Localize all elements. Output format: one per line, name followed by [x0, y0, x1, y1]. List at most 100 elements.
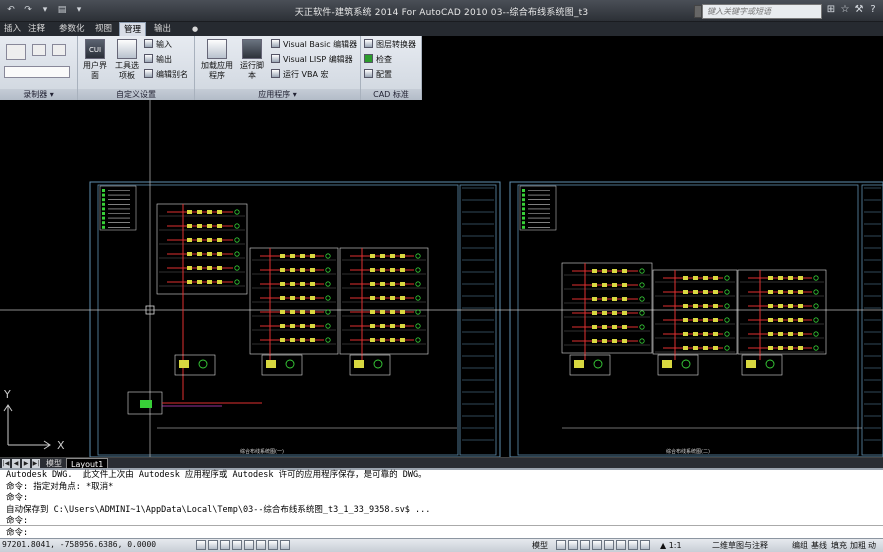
status-bar: 97201.8041, -758956.6386, 0.0000 模型 ▲ 1:…: [0, 538, 883, 552]
ribbon-toggle-icon[interactable]: ●: [188, 22, 202, 36]
play-icon[interactable]: [32, 44, 46, 56]
navigation-tool-icon[interactable]: [616, 540, 626, 550]
run-script-button[interactable]: 运行脚本: [239, 39, 265, 81]
tab-view[interactable]: 视图: [91, 22, 116, 36]
status-bold[interactable]: 加粗: [850, 540, 866, 551]
outlet-symbol: [788, 290, 793, 294]
navigation-tool-icon[interactable]: [592, 540, 602, 550]
outlet-symbol: [390, 324, 395, 328]
help-icon[interactable]: ?: [868, 4, 878, 15]
tab-insert[interactable]: 插入: [0, 22, 25, 36]
layer-translator-button[interactable]: 图层转换器: [364, 39, 416, 51]
outlet-symbol: [778, 290, 783, 294]
vb-editor-label: Visual Basic 编辑器: [283, 40, 358, 49]
coordinate-readout[interactable]: 97201.8041, -758956.6386, 0.0000: [2, 540, 156, 549]
drafting-toggle-icon[interactable]: [220, 540, 230, 550]
drafting-toggle-icon[interactable]: [244, 540, 254, 550]
outlet-symbol: [300, 324, 305, 328]
device-symbol: [813, 289, 819, 295]
record-icon[interactable]: [6, 44, 26, 60]
status-group[interactable]: 编组: [792, 540, 808, 551]
next-layout-icon[interactable]: ▶: [22, 459, 30, 468]
outlet-symbol: [400, 268, 405, 272]
device-symbol: [813, 345, 819, 351]
workspace-switcher[interactable]: 二维草图与注释: [712, 540, 768, 551]
search-input[interactable]: [702, 4, 822, 19]
navigation-tool-icon[interactable]: [640, 540, 650, 550]
drafting-toggle-icon[interactable]: [268, 540, 278, 550]
lisp-editor-button[interactable]: Visual LISP 编辑器: [271, 54, 353, 66]
tab-annotate[interactable]: 注释: [24, 22, 49, 36]
vb-editor-icon: [271, 39, 280, 48]
search-expand-button[interactable]: [694, 5, 702, 18]
record-options-icon[interactable]: [52, 44, 66, 56]
import-button[interactable]: 输入: [144, 39, 172, 51]
status-dynamic[interactable]: 动态: [868, 540, 883, 552]
device-symbol: [234, 237, 240, 243]
drafting-toggle-icon[interactable]: [232, 540, 242, 550]
outlet-symbol: [310, 268, 315, 272]
status-fill[interactable]: 填充: [831, 540, 847, 551]
tab-manage[interactable]: 管理: [119, 22, 147, 36]
outlet-symbol: [217, 210, 222, 214]
macro-list[interactable]: [4, 66, 70, 78]
drafting-toggle-icon[interactable]: [280, 540, 290, 550]
tool-palette-button[interactable]: 工具选项板: [112, 39, 142, 81]
tools-icon[interactable]: ⚒: [854, 4, 864, 15]
vb-editor-button[interactable]: Visual Basic 编辑器: [271, 39, 357, 51]
export-button[interactable]: 输出: [144, 54, 172, 66]
left-sheet-title: 综合布线系统图(一): [240, 448, 284, 455]
device-symbol: [639, 338, 645, 344]
outlet-symbol: [798, 332, 803, 336]
cui-button[interactable]: CUI 用户界面: [81, 39, 109, 81]
outlet-symbol: [300, 310, 305, 314]
star-icon[interactable]: ☆: [840, 4, 850, 15]
run-vba-macro-button[interactable]: 运行 VBA 宏: [271, 69, 329, 81]
annotation-scale[interactable]: ▲ 1:1: [660, 540, 682, 551]
outlet-symbol: [370, 268, 375, 272]
drafting-toggle-icon[interactable]: [208, 540, 218, 550]
outlet-symbol: [370, 282, 375, 286]
legend-symbol: [102, 225, 105, 229]
navigation-tool-icon[interactable]: [580, 540, 590, 550]
prev-layout-icon[interactable]: ◀: [12, 459, 20, 468]
outlet-symbol: [380, 324, 385, 328]
navigation-tool-icon[interactable]: [568, 540, 578, 550]
patch-panel: [354, 360, 364, 368]
outlet-symbol: [197, 252, 202, 256]
drafting-toggle-icon[interactable]: [256, 540, 266, 550]
outlet-symbol: [703, 290, 708, 294]
edit-aliases-button[interactable]: 编辑别名: [144, 69, 188, 81]
configure-button[interactable]: 配置: [364, 69, 392, 81]
first-layout-icon[interactable]: |◀: [2, 459, 10, 468]
last-layout-icon[interactable]: ▶|: [32, 459, 40, 468]
model-space-toggle[interactable]: 模型: [532, 540, 548, 551]
outlet-symbol: [310, 296, 315, 300]
binoculars-icon[interactable]: ⊞: [826, 4, 836, 15]
tab-output[interactable]: 输出: [150, 22, 175, 36]
patch-panel: [662, 360, 672, 368]
panel-title-recorder[interactable]: 录制器 ▾: [0, 89, 77, 100]
legend-symbol: [522, 225, 525, 229]
outlet-symbol: [197, 238, 202, 242]
drafting-toggle-icon[interactable]: [196, 540, 206, 550]
navigation-tool-icon[interactable]: [556, 540, 566, 550]
outlet-symbol: [300, 254, 305, 258]
outlet-symbol: [280, 296, 285, 300]
command-window[interactable]: Autodesk DWG. 此文件上次由 Autodesk 应用程序或 Auto…: [0, 468, 883, 538]
tab-parametric[interactable]: 参数化: [55, 22, 89, 36]
navigation-tool-icon[interactable]: [604, 540, 614, 550]
cui-label: 用户界面: [83, 61, 107, 80]
navigation-tool-icon[interactable]: [628, 540, 638, 550]
load-application-icon: [207, 39, 227, 59]
outlet-symbol: [400, 282, 405, 286]
legend-box: [99, 185, 137, 231]
panel-title-applications[interactable]: 应用程序 ▾: [195, 89, 360, 100]
command-history-line: 自动保存到 C:\Users\ADMINI~1\AppData\Local\Te…: [6, 504, 431, 515]
check-button[interactable]: 检查: [364, 54, 392, 66]
load-application-button[interactable]: 加载应用程序: [199, 39, 235, 81]
drawing-canvas[interactable]: 综合布线系统图(一) 综合布线系统图(二) X Y: [0, 100, 883, 458]
status-baseline[interactable]: 基线: [811, 540, 827, 551]
device-symbol: [325, 267, 331, 273]
run-script-icon: [242, 39, 262, 59]
